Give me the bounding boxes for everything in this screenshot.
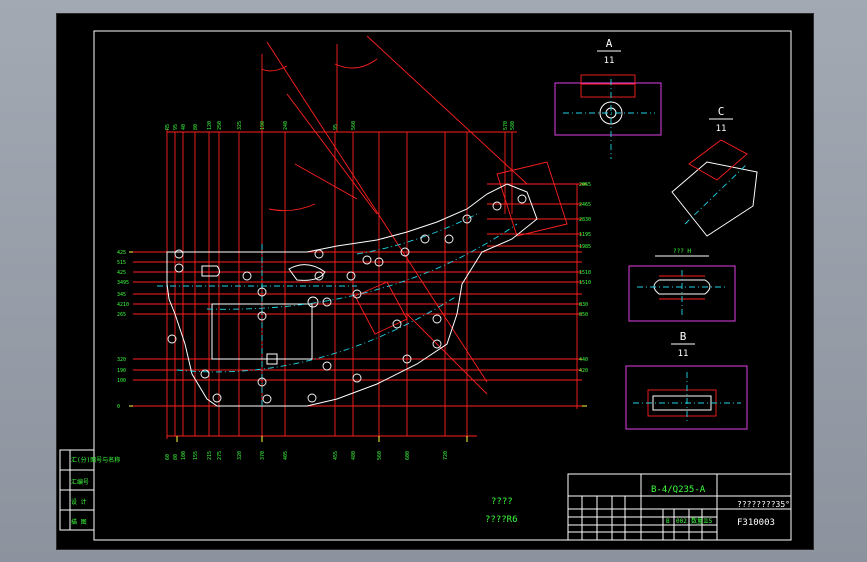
dimension-label: 2055 [579,182,591,188]
dimension-label: 320 [237,451,243,460]
dimension-label: 3495 [117,280,129,286]
left-label-4: 描 图 [71,518,87,526]
scale-cell-2: 002 [676,518,687,525]
main-part-view: R5 95 40 80 120 250 325 190 240 95 560 570 580 60 80 1… [117,35,591,460]
view-b: B 11 [625,330,748,430]
dimension-label: 405 [283,451,289,460]
dimension-label: 420 [579,368,588,374]
dimension-label: 155 [193,451,199,460]
left-label-2: 汇编号 [71,478,89,486]
dimension-label: 480 [351,451,357,460]
dimension-marks [129,183,587,442]
dimension-label: 60 [165,454,171,460]
dimension-label: 240 [283,121,289,130]
dimension-label: 425 [117,250,126,256]
dimension-label: 830 [579,302,588,308]
dimension-label: 40 [181,124,187,130]
dimension-label: 190 [260,121,266,130]
dimension-labels-left: 425 515 425 3495 345 4210 265 320 190 100 0 [117,250,129,410]
dimension-label: 320 [117,357,126,363]
material-text: B-4/Q235-A [651,485,706,495]
note-line-1: ???? [491,497,513,507]
view-h-label: ??? H [673,248,691,255]
view-b-letter: B [680,330,687,343]
left-label-1: 汇(分)图号与名称 [71,456,120,464]
view-h: ??? H [628,248,736,322]
dimension-label: 560 [377,451,383,460]
left-label-3: 设 计 [71,498,87,506]
dimension-label: 1510 [579,270,591,276]
dimension-label: 515 [117,260,126,266]
part-name-text: ????????35° [737,500,790,509]
dimension-label: 2830 [579,217,591,223]
dimension-label: 455 [333,451,339,460]
dimension-label: 325 [237,121,243,130]
drawing-number-text: F310003 [737,518,775,528]
dimension-label: 560 [351,121,357,130]
dimension-label: 720 [443,451,449,460]
view-b-scale: 11 [678,349,689,359]
scale-cell-4: 15 [705,518,713,525]
dimension-label: 1195 [579,232,591,238]
dimension-label: 4210 [117,302,129,308]
view-a-letter: A [606,37,613,50]
view-a-scale: 11 [604,56,615,66]
view-a: A 11 [554,37,662,159]
dimension-label: 425 [117,270,126,276]
dimension-label: 0 [117,404,120,410]
dimension-label: 80 [173,454,179,460]
dimension-label: 1510 [579,280,591,286]
dimension-label: 570 [503,121,509,130]
note-line-2: ????R6 [485,515,518,525]
left-side-table: 汇(分)图号与名称 汇编号 设 计 描 图 [59,449,120,531]
title-block: B-4/Q235-A ????????35° F310003 B 002 数量1… [567,473,792,541]
dimension-label: 1985 [579,244,591,250]
notes: ???? ????R6 [485,497,518,525]
view-b-frame [625,365,748,430]
scale-cell-1: B [666,518,670,525]
dimension-label: 100 [181,451,187,460]
dimension-label: 95 [333,124,339,130]
dimension-label: 100 [117,378,126,384]
drawing-border [93,30,792,541]
view-c-shape [671,161,758,237]
view-c: C 11 [671,105,758,237]
dimension-label: 440 [579,357,588,363]
dimension-labels-right: 2055 2465 2830 1195 1985 1510 1510 830 850 440 420 [579,182,591,374]
dimension-label: 275 [217,451,223,460]
cad-drawing: R5 95 40 80 120 250 325 190 240 95 560 570 580 60 80 1… [59,30,792,541]
dimension-label: 600 [405,451,411,460]
dimension-label: 345 [117,292,126,298]
dimension-label: 2465 [579,202,591,208]
dimension-label: R5 [165,124,171,130]
dimension-label: 190 [117,368,126,374]
dimension-labels-bottom: 60 80 100 155 215 275 320 370 405 455 480 560 600 720 [165,451,449,460]
dimension-label: 80 [193,124,199,130]
view-c-letter: C [718,105,725,118]
dimension-label: 580 [510,121,516,130]
dimension-label: 95 [173,124,179,130]
dimension-label: 120 [207,121,213,130]
cad-viewport[interactable]: R5 95 40 80 120 250 325 190 240 95 560 570 580 60 80 1… [56,13,814,550]
dimension-label: 215 [207,451,213,460]
dimension-label: 370 [260,451,266,460]
dimension-label: 265 [117,312,126,318]
dimension-label: 850 [579,312,588,318]
view-c-scale: 11 [716,124,727,134]
dimension-label: 250 [217,121,223,130]
